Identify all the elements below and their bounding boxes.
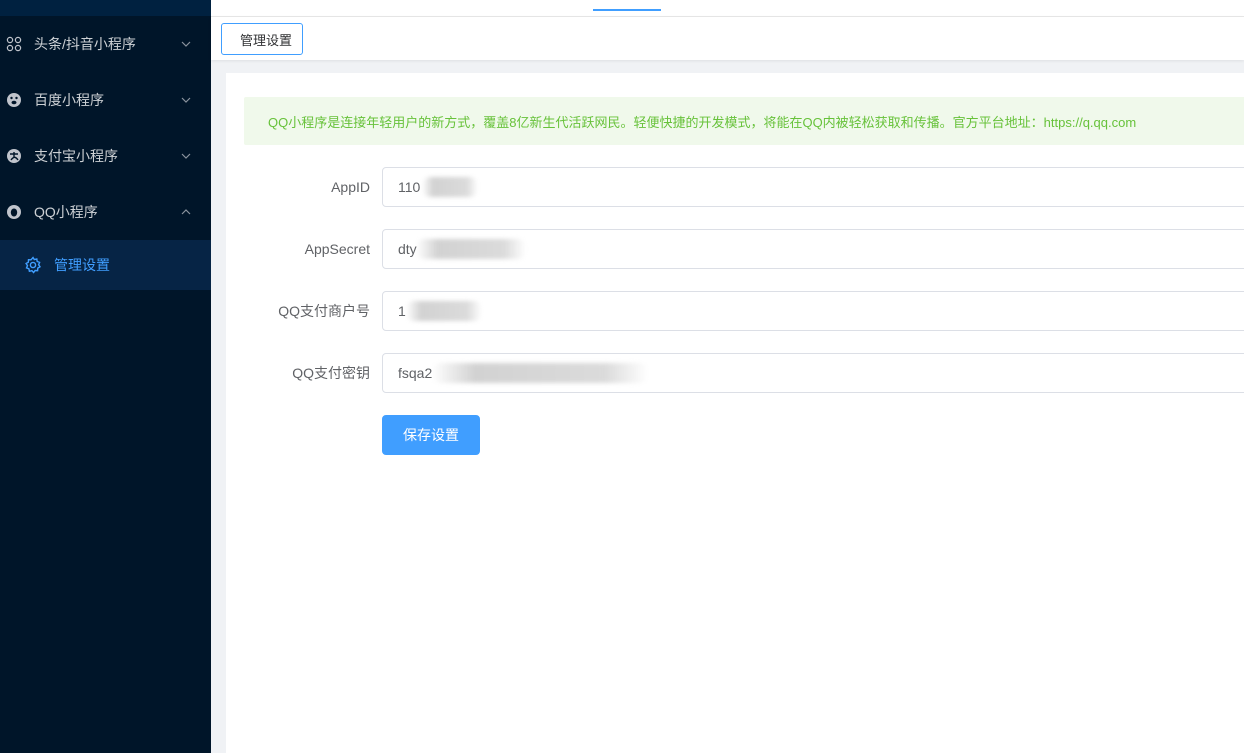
sidebar-item-label: 头条/抖音小程序 bbox=[34, 36, 136, 52]
qq-icon bbox=[6, 204, 22, 220]
sidebar-item-label: QQ小程序 bbox=[34, 204, 98, 220]
info-alert-text: QQ小程序是连接年轻用户的新方式，覆盖8亿新生代活跃网民。轻便快捷的开发模式，将… bbox=[268, 114, 1137, 130]
active-tab-indicator bbox=[593, 9, 661, 11]
gear-icon bbox=[24, 256, 42, 274]
sidebar: 头条/抖音小程序 百度小程序 支付宝小程序 QQ小程序 管理设置 bbox=[0, 0, 211, 753]
chevron-down-icon bbox=[181, 95, 191, 105]
top-header bbox=[211, 0, 1244, 17]
save-settings-button[interactable]: 保存设置 bbox=[382, 415, 480, 455]
qq-submenu: 管理设置 bbox=[0, 240, 211, 290]
merchant-id-input[interactable] bbox=[382, 291, 1244, 331]
form-row-pay-key: QQ支付密钥 bbox=[226, 353, 1244, 393]
appid-input[interactable] bbox=[382, 167, 1244, 207]
submenu-item-manage-settings[interactable]: 管理设置 bbox=[0, 240, 211, 290]
sidebar-header bbox=[0, 0, 211, 16]
chevron-down-icon bbox=[181, 151, 191, 161]
form-row-appsecret: AppSecret bbox=[226, 229, 1244, 269]
tag-manage-settings[interactable]: 管理设置 bbox=[221, 23, 304, 55]
appid-label: AppID bbox=[331, 179, 370, 195]
pay-key-label: QQ支付密钥 bbox=[292, 365, 370, 381]
baidu-paw-icon bbox=[6, 92, 22, 108]
sidebar-item-alipay[interactable]: 支付宝小程序 bbox=[0, 128, 211, 184]
tags-view-bar: 管理设置 bbox=[211, 17, 1244, 60]
alipay-icon bbox=[6, 148, 22, 164]
redacted-overlay bbox=[416, 239, 526, 259]
merchant-id-label: QQ支付商户号 bbox=[278, 303, 370, 319]
sidebar-item-label: 支付宝小程序 bbox=[34, 148, 118, 164]
form-row-merchant-id: QQ支付商户号 bbox=[226, 291, 1244, 331]
sidebar-item-label: 百度小程序 bbox=[34, 92, 104, 108]
redacted-overlay bbox=[406, 301, 482, 321]
settings-card: QQ小程序是连接年轻用户的新方式，覆盖8亿新生代活跃网民。轻便快捷的开发模式，将… bbox=[226, 73, 1244, 753]
tag-label: 管理设置 bbox=[240, 32, 293, 48]
sidebar-item-qq[interactable]: QQ小程序 bbox=[0, 184, 211, 240]
redacted-overlay bbox=[432, 363, 648, 383]
chevron-up-icon bbox=[181, 207, 191, 217]
redacted-overlay bbox=[422, 177, 478, 197]
sidebar-item-toutiao[interactable]: 头条/抖音小程序 bbox=[0, 16, 211, 72]
form-row-appid: AppID bbox=[226, 167, 1244, 207]
chevron-down-icon bbox=[181, 39, 191, 49]
sidebar-item-baidu[interactable]: 百度小程序 bbox=[0, 72, 211, 128]
apps-grid-icon bbox=[6, 36, 22, 52]
submenu-item-label: 管理设置 bbox=[54, 257, 110, 273]
appsecret-label: AppSecret bbox=[304, 241, 370, 257]
info-alert: QQ小程序是连接年轻用户的新方式，覆盖8亿新生代活跃网民。轻便快捷的开发模式，将… bbox=[244, 97, 1244, 145]
